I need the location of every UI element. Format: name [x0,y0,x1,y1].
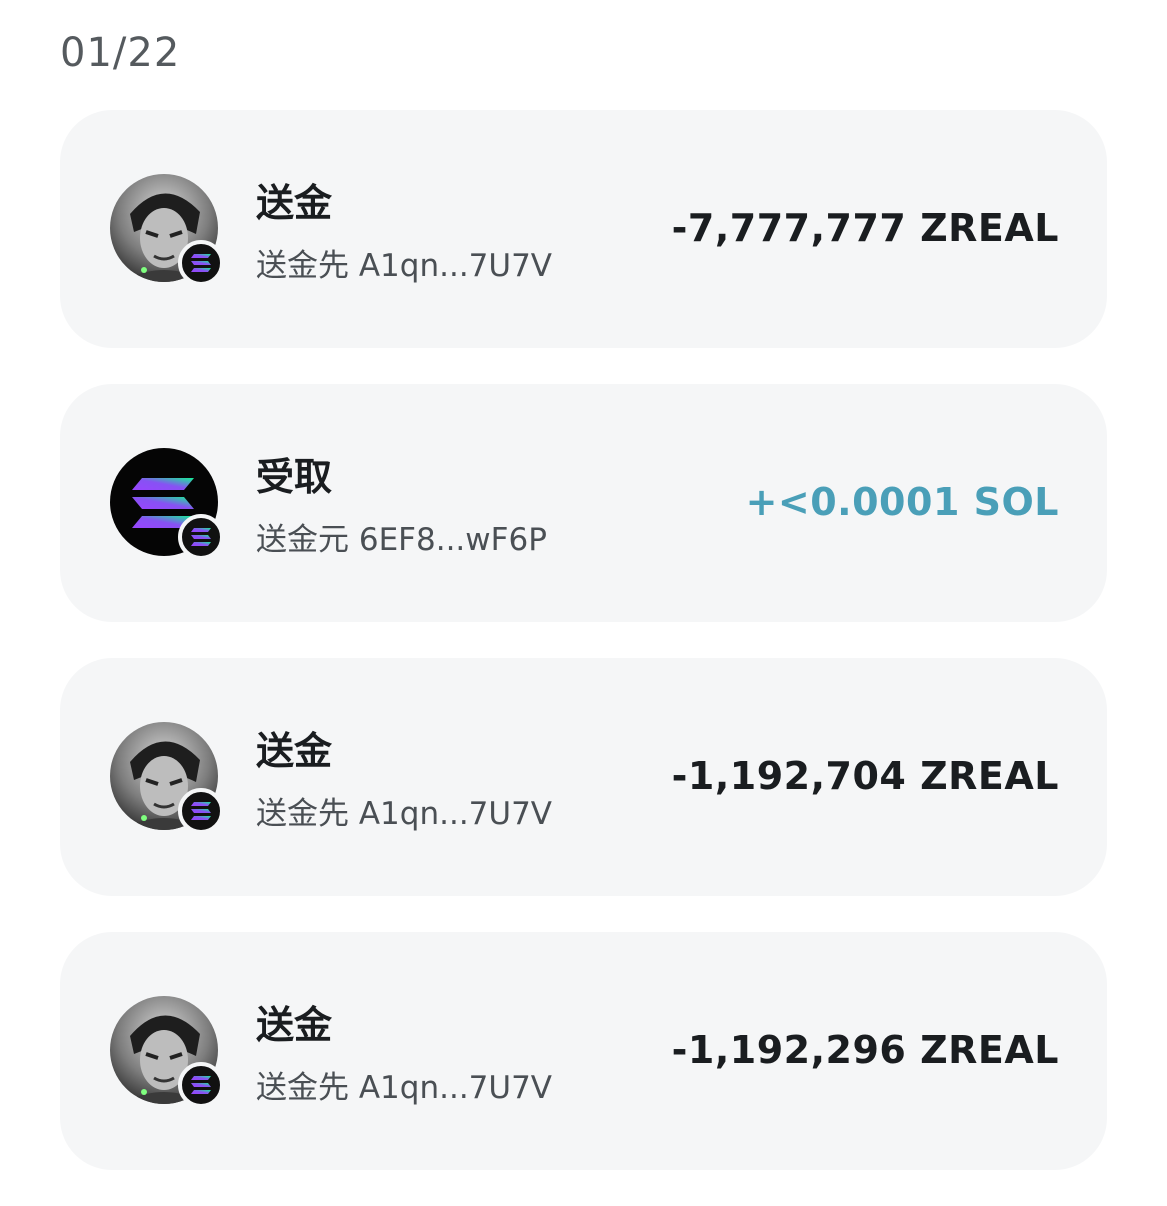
transaction-type: 送金 [256,729,333,773]
transaction-amount: -7,777,777 ZREAL [671,206,1059,250]
transaction-item[interactable]: 送金 送金先 A1qn...7U7V -1,192,704 ZREAL [60,658,1107,896]
transaction-type: 送金 [256,1003,333,1047]
transaction-item[interactable]: 送金 送金先 A1qn...7U7V -1,192,296 ZREAL [60,932,1107,1170]
token-avatar [110,174,224,286]
transaction-counterparty: 送金先 A1qn...7U7V [256,796,553,832]
transaction-counterparty: 送金元 6EF8...wF6P [256,522,547,558]
token-avatar [110,996,224,1108]
transaction-type: 送金 [256,181,333,225]
transaction-item[interactable]: 受取 送金元 6EF8...wF6P +<0.0001 SOL [60,384,1107,622]
token-avatar [110,448,224,560]
solana-icon [178,514,224,560]
transaction-item[interactable]: 送金 送金先 A1qn...7U7V -7,777,777 ZREAL [60,110,1107,348]
transaction-amount: -1,192,704 ZREAL [671,754,1059,798]
transaction-amount: +<0.0001 SOL [745,480,1059,524]
solana-icon [178,240,224,286]
solana-icon [178,788,224,834]
solana-icon [178,1062,224,1108]
date-header: 01/22 [60,30,181,76]
transaction-counterparty: 送金先 A1qn...7U7V [256,1070,553,1106]
transaction-amount: -1,192,296 ZREAL [671,1028,1059,1072]
token-avatar [110,722,224,834]
transaction-counterparty: 送金先 A1qn...7U7V [256,248,553,284]
transaction-list: 送金 送金先 A1qn...7U7V -7,777,777 ZREAL 受取 送… [60,110,1107,1206]
transaction-type: 受取 [256,455,333,499]
